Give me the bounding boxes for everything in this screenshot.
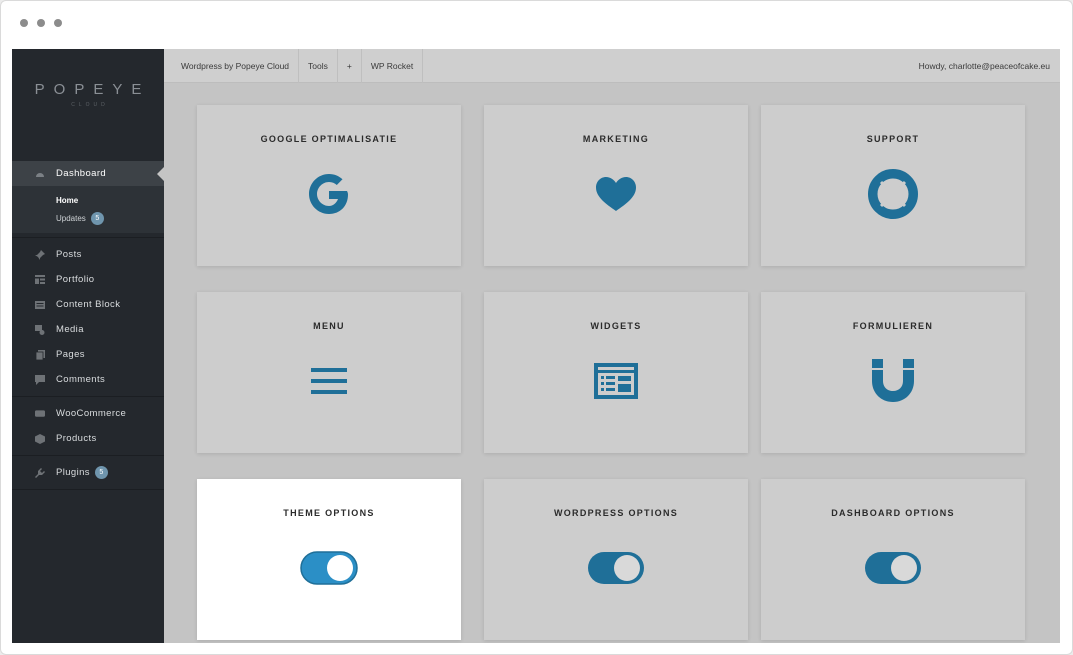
- sidebar-item-label: Content Block: [56, 299, 121, 310]
- submenu-item-home[interactable]: Home: [56, 191, 164, 209]
- topbar-tools-link[interactable]: Tools: [299, 49, 338, 83]
- card-title: WIDGETS: [590, 321, 642, 331]
- sidebar-item-products[interactable]: Products: [12, 426, 164, 451]
- toggle-icon[interactable]: [761, 545, 1025, 591]
- dashboard-submenu: Home Updates 5: [12, 186, 164, 233]
- sidebar-item-portfolio[interactable]: Portfolio: [12, 267, 164, 292]
- card-marketing[interactable]: MARKETING: [484, 105, 748, 266]
- updates-count-badge: 5: [90, 211, 104, 225]
- sidebar-item-label: Dashboard: [56, 168, 107, 179]
- toggle-icon[interactable]: [197, 545, 461, 591]
- sidebar-item-label: WooCommerce: [56, 408, 127, 419]
- logo-subtext: CLOUD: [71, 102, 109, 108]
- admin-sidebar: POPEYE CLOUD Dashboard Home Updates 5 Po…: [12, 49, 164, 643]
- card-dashboard-options[interactable]: DASHBOARD OPTIONS: [761, 479, 1025, 640]
- comments-icon: [35, 374, 45, 385]
- media-icon: [35, 324, 45, 335]
- topbar-account-greeting[interactable]: Howdy, charlotte@peaceofcake.eu: [919, 49, 1050, 83]
- card-title: DASHBOARD OPTIONS: [831, 508, 955, 518]
- card-google-optimalisatie[interactable]: GOOGLE OPTIMALISATIE: [197, 105, 461, 266]
- sidebar-menu: Dashboard Home Updates 5 Posts Portfolio…: [12, 161, 164, 494]
- submenu-item-label: Updates: [56, 213, 86, 223]
- topbar-add-new-link[interactable]: +: [338, 49, 362, 83]
- card-wordpress-options[interactable]: WORDPRESS OPTIONS: [484, 479, 748, 640]
- topbar-site-link[interactable]: Wordpress by Popeye Cloud: [164, 49, 300, 83]
- menu-separator: [12, 455, 164, 456]
- card-title: GOOGLE OPTIMALISATIE: [260, 134, 398, 144]
- dashboard-icon: [35, 169, 45, 178]
- pin-icon: [35, 249, 45, 260]
- card-title: SUPPORT: [866, 134, 920, 144]
- sidebar-item-content-block[interactable]: Content Block: [12, 292, 164, 317]
- sidebar-item-label: Comments: [56, 374, 106, 385]
- popeye-cloud-logo[interactable]: POPEYE CLOUD: [12, 81, 164, 108]
- maximize-window-dot[interactable]: [54, 19, 62, 27]
- magnet-icon: [761, 358, 1025, 404]
- sidebar-item-pages[interactable]: Pages: [12, 342, 164, 367]
- content-block-icon: [35, 300, 45, 309]
- sidebar-item-media[interactable]: Media: [12, 317, 164, 342]
- card-widgets[interactable]: WIDGETS: [484, 292, 748, 453]
- sidebar-item-posts[interactable]: Posts: [12, 242, 164, 267]
- topbar-wp-rocket-link[interactable]: WP Rocket: [362, 49, 424, 83]
- admin-topbar: Wordpress by Popeye Cloud Tools + WP Roc…: [164, 49, 1060, 83]
- widgets-icon: [484, 358, 748, 404]
- card-title: WORDPRESS OPTIONS: [553, 508, 679, 518]
- plugins-icon: [35, 467, 45, 478]
- menu-separator: [12, 396, 164, 397]
- card-theme-options[interactable]: THEME OPTIONS: [197, 479, 461, 640]
- menu-separator: [12, 489, 164, 490]
- sidebar-item-label: Products: [56, 433, 97, 444]
- logo-text: POPEYE: [34, 81, 151, 98]
- plugins-count-badge: 5: [94, 466, 108, 479]
- minimize-window-dot[interactable]: [37, 19, 45, 27]
- hamburger-menu-icon: [197, 358, 461, 404]
- toggle-icon[interactable]: [484, 545, 748, 591]
- portfolio-icon: [35, 275, 45, 284]
- sidebar-item-plugins[interactable]: Plugins 5: [12, 460, 164, 485]
- pages-icon: [35, 349, 45, 360]
- sidebar-item-dashboard[interactable]: Dashboard: [12, 161, 164, 186]
- viewport: POPEYE CLOUD Dashboard Home Updates 5 Po…: [12, 49, 1060, 643]
- products-icon: [35, 433, 45, 444]
- google-icon: [197, 171, 461, 217]
- sidebar-item-label: Portfolio: [56, 274, 95, 285]
- browser-window: POPEYE CLOUD Dashboard Home Updates 5 Po…: [0, 0, 1073, 655]
- card-support[interactable]: SUPPORT: [761, 105, 1025, 266]
- sidebar-item-woocommerce[interactable]: WooCommerce: [12, 401, 164, 426]
- card-title: THEME OPTIONS: [283, 508, 375, 518]
- close-window-dot[interactable]: [20, 19, 28, 27]
- card-title: MENU: [313, 321, 345, 331]
- sidebar-item-label: Posts: [56, 249, 82, 260]
- card-title: MARKETING: [582, 134, 650, 144]
- submenu-item-updates[interactable]: Updates 5: [56, 209, 164, 227]
- heart-icon: [484, 171, 748, 217]
- card-menu[interactable]: MENU: [197, 292, 461, 453]
- sidebar-item-label: Pages: [56, 349, 85, 360]
- card-formulieren[interactable]: FORMULIEREN: [761, 292, 1025, 453]
- card-title: FORMULIEREN: [852, 321, 934, 331]
- lifebuoy-icon: [761, 169, 1025, 219]
- sidebar-item-comments[interactable]: Comments: [12, 367, 164, 392]
- woocommerce-icon: [35, 409, 45, 418]
- sidebar-item-label: Media: [56, 324, 84, 335]
- window-controls: [20, 19, 62, 27]
- sidebar-item-label: Plugins: [56, 467, 90, 478]
- menu-separator: [12, 237, 164, 238]
